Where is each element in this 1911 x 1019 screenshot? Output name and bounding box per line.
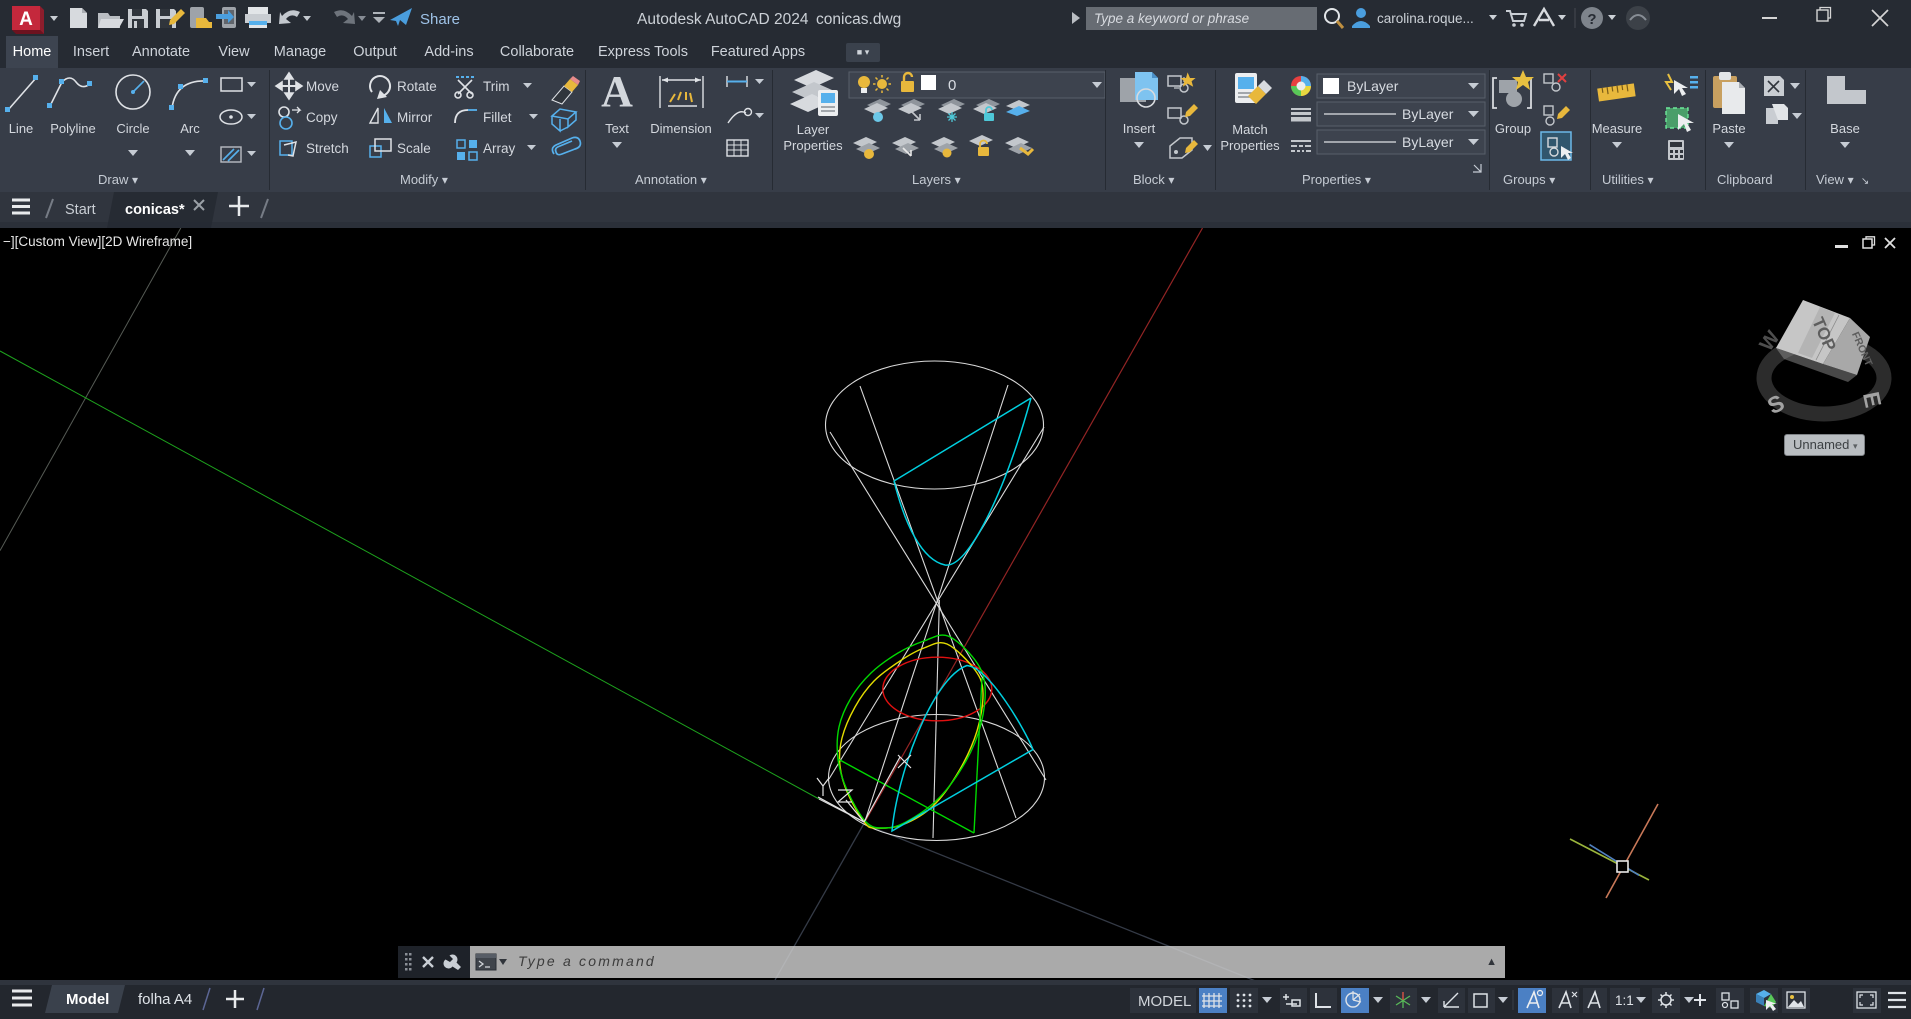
svg-text:ByLayer: ByLayer [1347, 78, 1399, 94]
svg-text:Array: Array [483, 141, 516, 156]
svg-text:Line: Line [9, 121, 34, 136]
svg-text:Insert: Insert [1123, 121, 1156, 136]
svg-text:folha A4: folha A4 [138, 991, 192, 1008]
svg-text:Rotate: Rotate [397, 79, 437, 94]
svg-text:Fillet: Fillet [483, 110, 512, 125]
svg-text:MODEL: MODEL [1138, 993, 1191, 1010]
svg-text:Copy: Copy [306, 110, 338, 125]
svg-text:Properties: Properties [783, 138, 843, 153]
svg-text:Model: Model [66, 991, 109, 1008]
svg-text:E: E [1858, 389, 1887, 409]
svg-text:Group: Group [1495, 121, 1531, 136]
svg-text:ByLayer: ByLayer [1402, 134, 1454, 150]
svg-text:carolina.roque...: carolina.roque... [1377, 11, 1474, 26]
svg-text:ByLayer: ByLayer [1402, 106, 1454, 122]
svg-text:Match: Match [1232, 122, 1267, 137]
svg-text:Base: Base [1830, 121, 1860, 136]
svg-text:Stretch: Stretch [306, 141, 349, 156]
svg-text:Text: Text [605, 121, 629, 136]
svg-text:Measure: Measure [1592, 121, 1643, 136]
svg-text:Circle: Circle [116, 121, 149, 136]
svg-text:Layer: Layer [797, 122, 830, 137]
svg-text:Mirror: Mirror [397, 110, 433, 125]
svg-text:Type a keyword or phrase: Type a keyword or phrase [1094, 11, 1249, 26]
svg-text:Polyline: Polyline [50, 121, 96, 136]
svg-text:Dimension: Dimension [650, 121, 711, 136]
svg-text:Properties: Properties [1220, 138, 1280, 153]
svg-text:Trim: Trim [483, 79, 510, 94]
svg-text:1:1: 1:1 [1615, 993, 1634, 1008]
svg-text:0: 0 [948, 77, 956, 94]
svg-text:Share: Share [420, 11, 460, 28]
svg-text:Start: Start [65, 202, 96, 218]
svg-text:conicas.dwg: conicas.dwg [816, 11, 901, 28]
svg-text:Scale: Scale [397, 141, 431, 156]
svg-text:Paste: Paste [1712, 121, 1745, 136]
svg-text:A: A [601, 68, 633, 116]
svg-text:Move: Move [306, 79, 339, 94]
svg-text:conicas*: conicas* [125, 202, 185, 218]
svg-text:Arc: Arc [180, 121, 200, 136]
svg-text:Autodesk AutoCAD 2024: Autodesk AutoCAD 2024 [637, 11, 809, 28]
svg-text:?: ? [1587, 11, 1596, 28]
svg-text:A: A [19, 9, 33, 30]
